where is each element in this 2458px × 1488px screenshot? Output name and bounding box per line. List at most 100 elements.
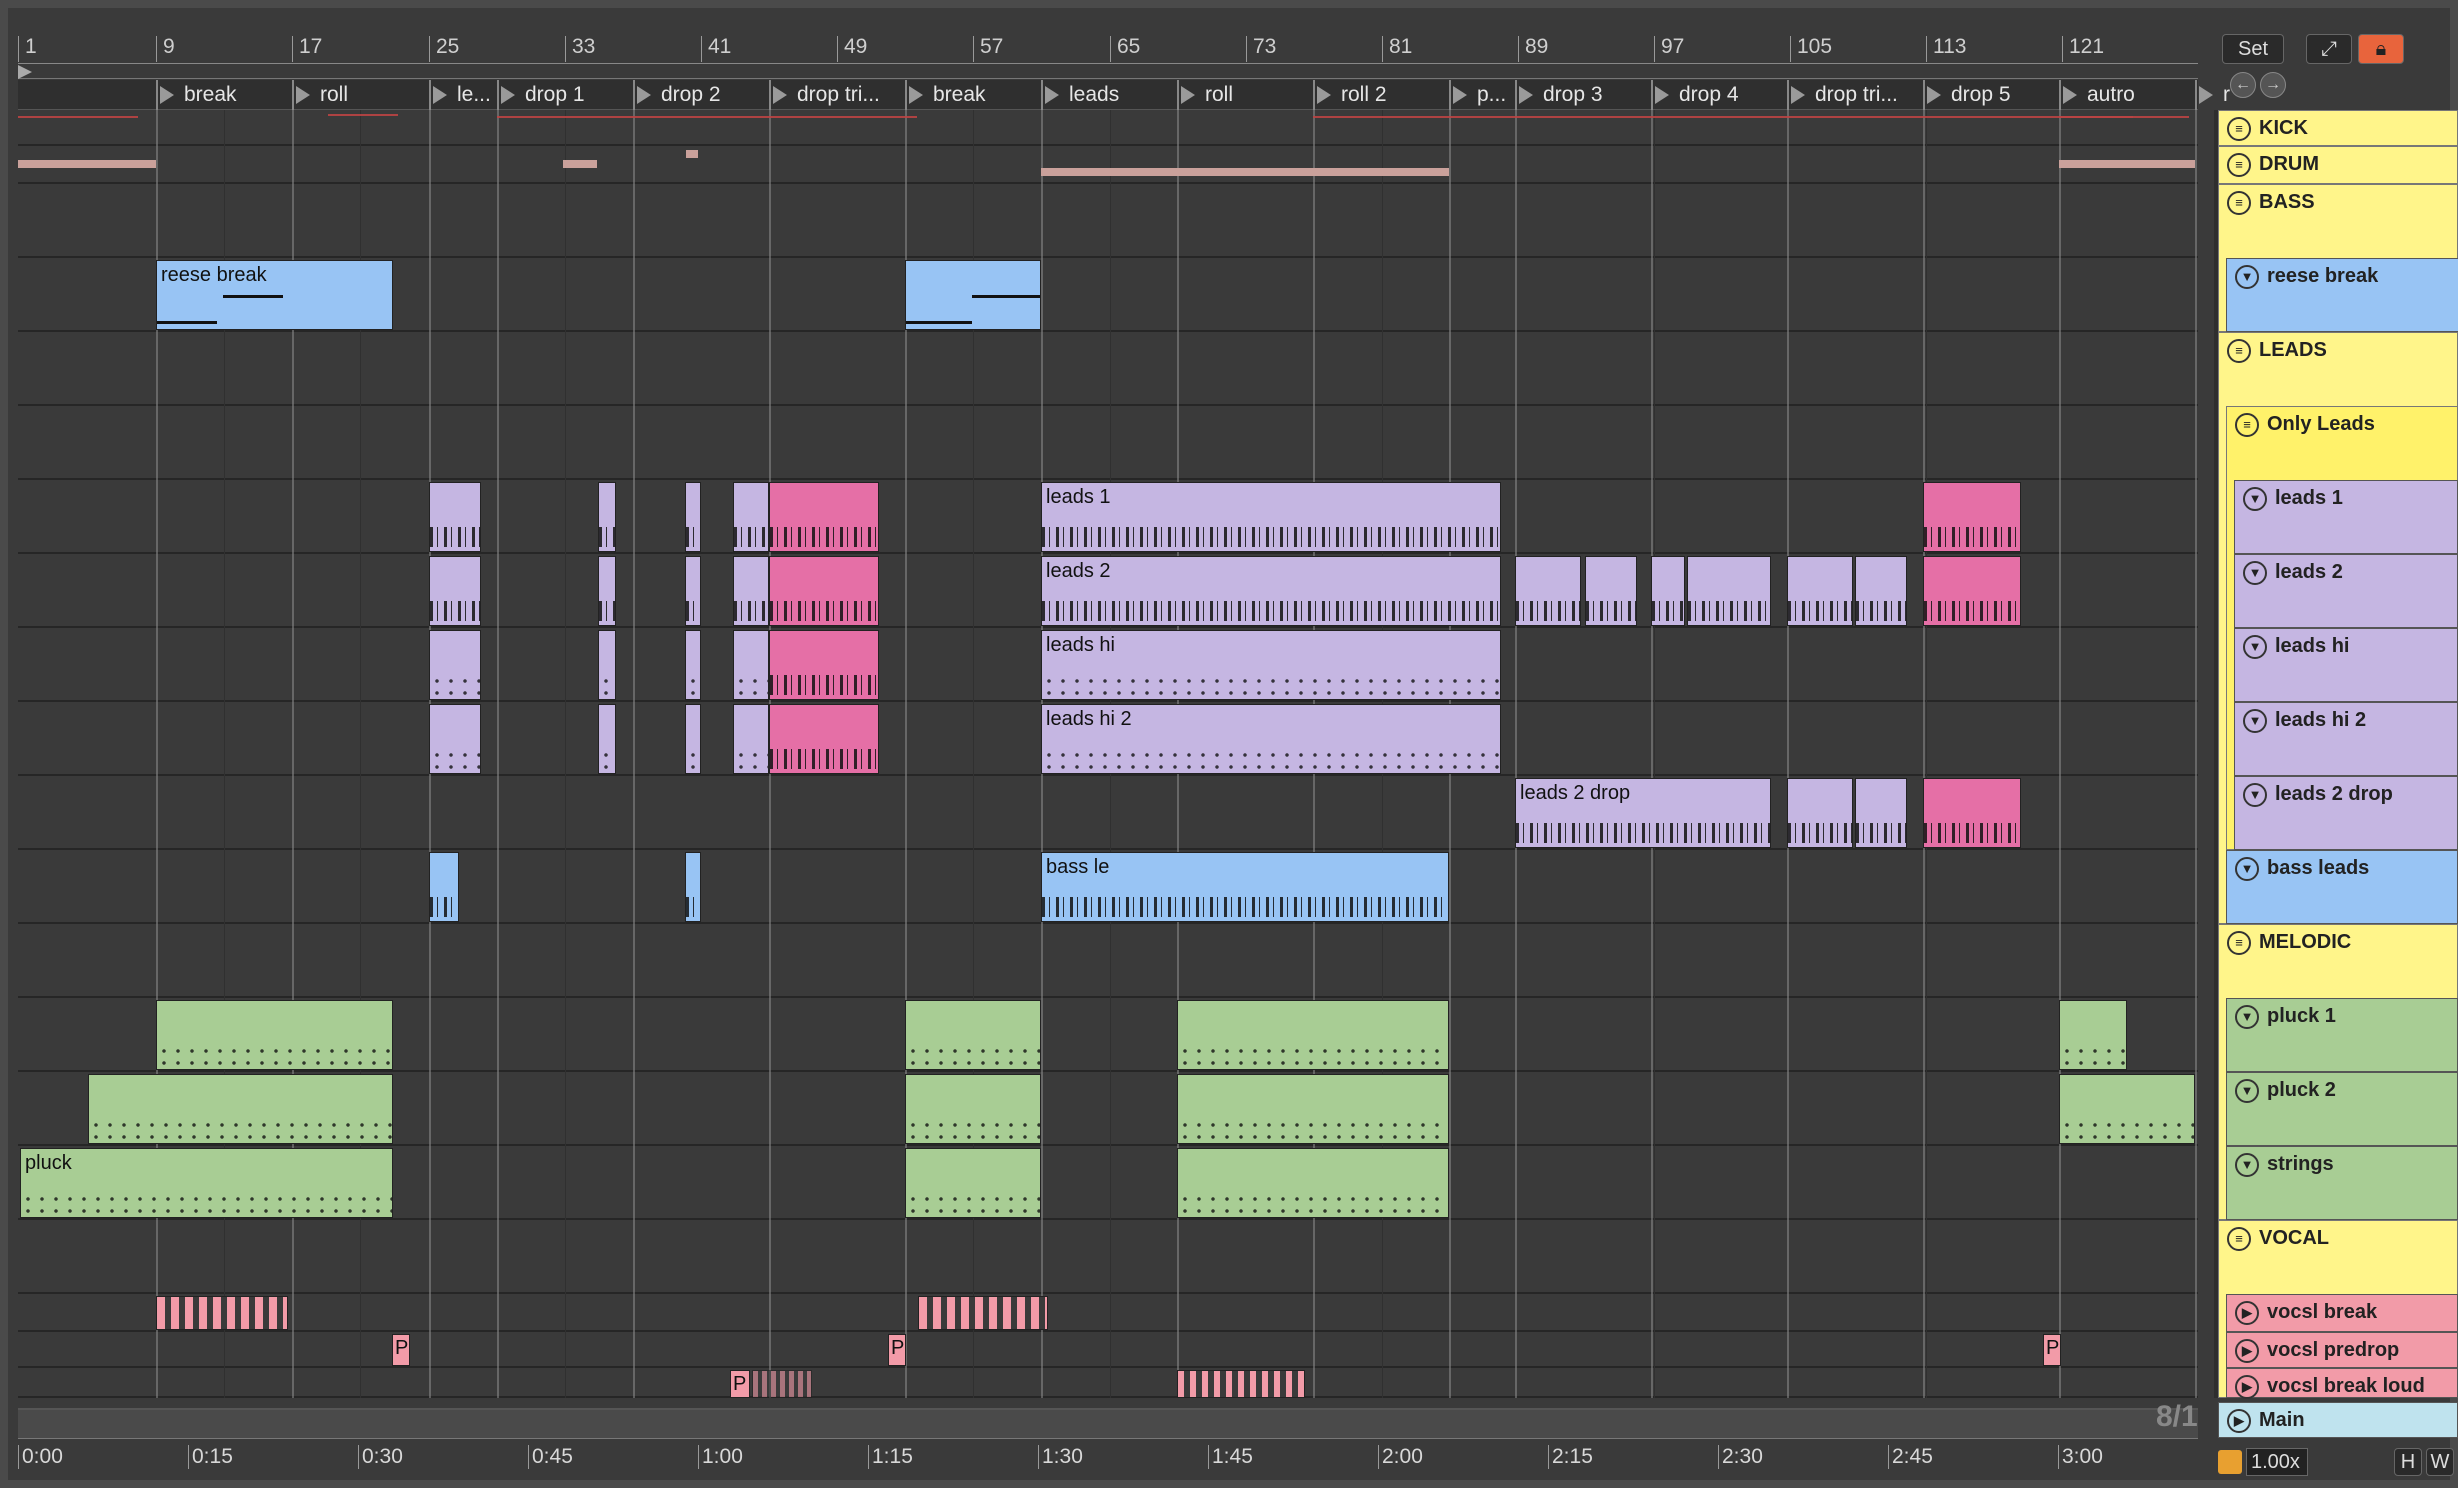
clip-vocsl-predrop[interactable]: P [392, 1334, 410, 1366]
clip-leads1[interactable] [733, 482, 769, 552]
track-pluck-1[interactable]: ▼ pluck 1 [2226, 998, 2458, 1072]
track-vocsl-break[interactable]: ▶ vocsl break [2226, 1294, 2458, 1332]
locator[interactable]: drop 3 [1515, 80, 1651, 110]
clip-leads2[interactable] [733, 556, 769, 626]
track-main[interactable]: ▶ Main [2218, 1402, 2458, 1438]
group-fold-icon[interactable]: ≡ [2235, 413, 2259, 437]
clip-leads2[interactable] [598, 556, 616, 626]
group-fold-icon[interactable]: ≡ [2227, 117, 2251, 141]
clip-pluck1[interactable] [905, 1000, 1041, 1070]
set-button[interactable]: Set [2222, 34, 2284, 64]
clip-pluck2[interactable] [1177, 1074, 1449, 1144]
clip-leads1-trill[interactable] [769, 482, 879, 552]
clip-leads2-drop5[interactable] [1923, 556, 2021, 626]
locator[interactable]: break [156, 80, 292, 110]
clip-leads2[interactable] [1787, 556, 1853, 626]
clip-leads1-drop5[interactable] [1923, 482, 2021, 552]
w-button[interactable]: W [2426, 1448, 2454, 1476]
clip-vocsl-break[interactable] [156, 1296, 288, 1330]
group-fold-icon[interactable]: ≡ [2227, 153, 2251, 177]
next-locator-icon[interactable]: → [2260, 72, 2286, 98]
clip-vocsl-break-loud[interactable]: P [730, 1370, 750, 1398]
locator[interactable]: drop 5 [1923, 80, 2059, 110]
track-vocsl-break-loud[interactable]: ▶ vocsl break loud [2226, 1368, 2458, 1399]
clip-leads2[interactable] [429, 556, 481, 626]
clip-leadshi2[interactable] [429, 704, 481, 774]
clip-leads2drop[interactable]: leads 2 drop [1515, 778, 1771, 848]
clip-pluck1[interactable] [1177, 1000, 1449, 1070]
track-leads-hi[interactable]: ▼ leads hi [2234, 628, 2458, 702]
locator[interactable]: break [905, 80, 1041, 110]
overview-icon[interactable] [2218, 1450, 2242, 1474]
locator[interactable]: roll [1177, 80, 1313, 110]
clip-leads2drop[interactable] [1855, 778, 1907, 848]
track-play-icon[interactable]: ▶ [2235, 1375, 2259, 1399]
lock-button[interactable]: 🔒︎ [2358, 34, 2404, 64]
locator[interactable]: le... [429, 80, 497, 110]
clip-pluck2[interactable] [2059, 1074, 2195, 1144]
clip-vocsl-break-loud[interactable] [752, 1370, 812, 1398]
track-leads-hi-2[interactable]: ▼ leads hi 2 [2234, 702, 2458, 776]
clip-leads2[interactable] [1687, 556, 1771, 626]
track-vocsl-predrop[interactable]: ▶ vocsl predrop [2226, 1332, 2458, 1368]
clip-leads1[interactable] [429, 482, 481, 552]
track-pluck-2[interactable]: ▼ pluck 2 [2226, 1072, 2458, 1146]
track-play-icon[interactable]: ▶ [2235, 1301, 2259, 1325]
locator[interactable]: drop 4 [1651, 80, 1787, 110]
clip-strings[interactable]: pluck [20, 1148, 393, 1218]
track-kick[interactable]: ≡ KICK [2218, 110, 2458, 146]
track-fold-icon[interactable]: ▼ [2243, 561, 2267, 585]
loop-bar[interactable] [18, 65, 2198, 79]
track-fold-icon[interactable]: ▼ [2235, 857, 2259, 881]
locator[interactable]: roll 2 [1313, 80, 1449, 110]
previous-locator-icon[interactable]: ← [2230, 72, 2256, 98]
clip-leadshi2[interactable] [685, 704, 701, 774]
track-leads-2-drop[interactable]: ▼ leads 2 drop [2234, 776, 2458, 850]
clip-leads1-main[interactable]: leads 1 [1041, 482, 1501, 552]
clip-leadshi2-trill[interactable] [769, 704, 879, 774]
track-play-icon[interactable]: ▶ [2235, 1339, 2259, 1363]
clip-reese-break[interactable]: reese break [156, 260, 393, 330]
locator[interactable]: r [2195, 80, 2235, 110]
clip-leads2[interactable] [1585, 556, 1637, 626]
clip-leads2[interactable] [1515, 556, 1581, 626]
clip-vocsl-break-loud[interactable] [1177, 1370, 1305, 1398]
locator[interactable]: drop tri... [769, 80, 905, 110]
clip-vocsl-break[interactable] [918, 1296, 1048, 1330]
clip-leads2drop[interactable] [1787, 778, 1853, 848]
track-fold-icon[interactable]: ▼ [2235, 1005, 2259, 1029]
track-bass-leads[interactable]: ▼ bass leads [2226, 850, 2458, 924]
locator[interactable]: drop tri... [1787, 80, 1923, 110]
locator[interactable]: drop 2 [633, 80, 769, 110]
clip-pluck2[interactable] [905, 1074, 1041, 1144]
group-fold-icon[interactable]: ≡ [2227, 931, 2251, 955]
group-fold-icon[interactable]: ≡ [2227, 339, 2251, 363]
clip-leadshi2[interactable] [733, 704, 769, 774]
clip-leadshi2-main[interactable]: leads hi 2 [1041, 704, 1501, 774]
clip-leadshi2[interactable] [598, 704, 616, 774]
track-fold-icon[interactable]: ▼ [2243, 635, 2267, 659]
track-fold-icon[interactable]: ▼ [2243, 709, 2267, 733]
track-fold-icon[interactable]: ▼ [2235, 265, 2259, 289]
group-fold-icon[interactable]: ≡ [2227, 1227, 2251, 1251]
track-leads-2[interactable]: ▼ leads 2 [2234, 554, 2458, 628]
h-button[interactable]: H [2394, 1448, 2422, 1476]
track-strings[interactable]: ▼ strings [2226, 1146, 2458, 1220]
clip-leads1[interactable] [685, 482, 701, 552]
track-leads-1[interactable]: ▼ leads 1 [2234, 480, 2458, 554]
start-marker-icon[interactable] [18, 65, 32, 79]
clip-vocsl-predrop[interactable]: P [2043, 1334, 2061, 1366]
clip-vocsl-predrop[interactable]: P [888, 1334, 906, 1366]
locator[interactable]: drop 1 [497, 80, 633, 110]
clip-leads2-trill[interactable] [769, 556, 879, 626]
zoom-field[interactable]: 1.00x [2246, 1448, 2308, 1476]
clip-leadshi[interactable] [685, 630, 701, 700]
clip-leadshi[interactable] [429, 630, 481, 700]
time-ruler[interactable]: 0:00 0:15 0:30 0:45 1:00 1:15 1:30 1:45 … [18, 1438, 2198, 1478]
clip-reese-break-2[interactable] [905, 260, 1041, 330]
clip-leadshi-trill[interactable] [769, 630, 879, 700]
clip-bassleads[interactable] [429, 852, 459, 922]
main-play-icon[interactable]: ▶ [2227, 1409, 2251, 1433]
bar-ruler[interactable]: 1 9 17 25 33 41 49 57 65 73 81 89 97 105… [18, 34, 2198, 64]
track-fold-icon[interactable]: ▼ [2243, 783, 2267, 807]
